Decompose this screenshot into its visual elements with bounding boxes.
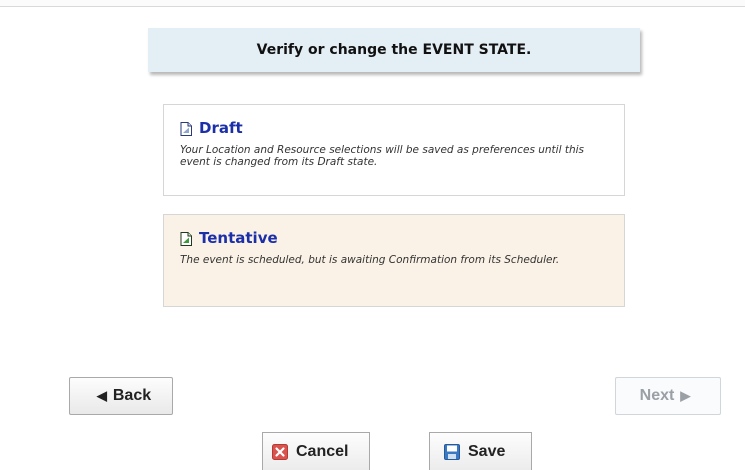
- next-button[interactable]: Next ▶: [615, 377, 721, 415]
- state-title: Draft: [199, 119, 243, 137]
- cancel-button-label: Cancel: [296, 442, 349, 460]
- state-option-tentative[interactable]: Tentative The event is scheduled, but is…: [163, 214, 625, 307]
- cancel-button[interactable]: Cancel: [262, 432, 370, 470]
- cancel-x-icon: [272, 443, 288, 460]
- next-button-label: Next: [639, 387, 675, 404]
- state-option-draft[interactable]: Draft Your Location and Resource selecti…: [163, 104, 625, 196]
- document-green-icon: [180, 231, 192, 246]
- document-icon: [180, 121, 192, 136]
- floppy-disk-icon: [444, 443, 460, 460]
- save-button[interactable]: Save: [429, 432, 532, 470]
- state-description: Your Location and Resource selections wi…: [180, 144, 585, 168]
- arrow-right-icon: ▶: [680, 388, 691, 403]
- state-option-header: Draft: [180, 119, 608, 137]
- back-button-label: Back: [112, 387, 152, 404]
- top-divider: [0, 0, 745, 7]
- save-button-label: Save: [468, 442, 506, 460]
- back-button[interactable]: ◀ Back: [69, 377, 173, 415]
- arrow-left-icon: ◀: [96, 388, 107, 403]
- state-description: The event is scheduled, but is awaiting …: [180, 254, 560, 266]
- banner-text: Verify or change the EVENT STATE.: [256, 42, 532, 58]
- state-option-header: Tentative: [180, 229, 608, 247]
- state-title: Tentative: [199, 229, 278, 247]
- page-instruction-banner: Verify or change the EVENT STATE.: [148, 28, 640, 72]
